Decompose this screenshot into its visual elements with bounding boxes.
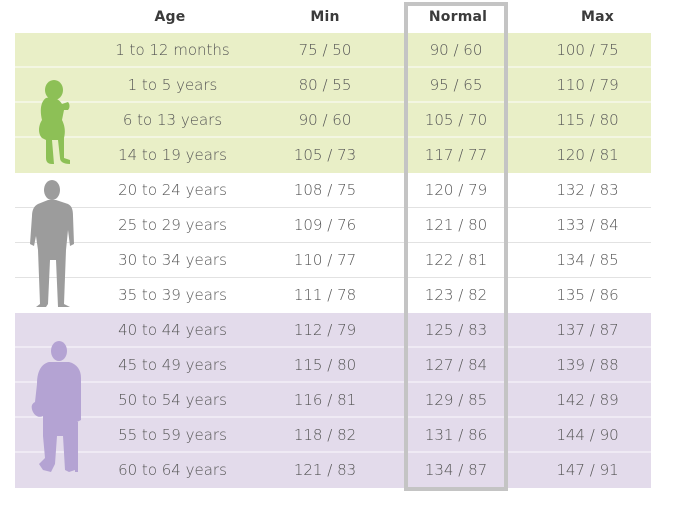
normal-cell: 105 / 70 [424,111,488,129]
max-cell: 135 / 86 [556,286,619,304]
normal-cell: 121 / 80 [424,216,488,234]
senior-silhouette-icon [31,341,81,472]
blood-pressure-table: 1 to 12 months 75 / 50 90 / 60 100 / 75 1 to… [15,33,651,488]
max-cell: 132 / 83 [556,181,619,199]
age-cell: 40 to 44 years [118,321,227,339]
normal-cell: 131 / 86 [424,426,488,444]
max-cell: 120 / 81 [556,146,619,164]
normal-cell: 125 / 83 [424,321,488,339]
age-cell: 25 to 29 years [118,216,227,234]
normal-cell: 117 / 77 [424,146,488,164]
min-cell: 80 / 55 [298,76,352,94]
max-cell: 100 / 75 [556,41,619,59]
min-cell: 109 / 76 [293,216,357,234]
min-cell: 112 / 79 [293,321,357,339]
header-normal: Normal [428,9,488,25]
min-cell: 110 / 77 [293,251,357,269]
table-row: 40 to 44 years 112 / 79 125 / 83 137 / 87 [15,313,651,348]
normal-cell: 120 / 79 [424,181,488,199]
header-max: Max [580,9,614,25]
age-cell: 45 to 49 years [118,356,227,374]
table-row: 45 to 49 years 115 / 80 127 / 84 139 / 88 [15,348,651,383]
table-row: 14 to 19 years 105 / 73 117 / 77 120 / 81 [15,138,651,173]
min-cell: 118 / 82 [293,426,357,444]
age-cell: 55 to 59 years [118,426,227,444]
table-row: 20 to 24 years 108 / 75 120 / 79 132 / 83 [15,173,651,208]
age-cell: 6 to 13 years [122,111,223,129]
normal-cell: 95 / 65 [429,76,483,94]
age-cell: 1 to 5 years [127,76,218,94]
age-cell: 14 to 19 years [118,146,227,164]
max-cell: 137 / 87 [556,321,619,339]
normal-cell: 134 / 87 [424,461,488,479]
normal-cell: 123 / 82 [424,286,488,304]
age-cell: 20 to 24 years [118,181,227,199]
max-cell: 144 / 90 [556,426,619,444]
table-row: 25 to 29 years 109 / 76 121 / 80 133 / 84 [15,208,651,243]
age-cell: 35 to 39 years [118,286,227,304]
header-min: Min [310,9,340,25]
table-row: 50 to 54 years 116 / 81 129 / 85 142 / 89 [15,383,651,418]
table-row: 1 to 5 years 80 / 55 95 / 65 110 / 79 [15,68,651,103]
normal-cell: 122 / 81 [424,251,488,269]
table-row: 6 to 13 years 90 / 60 105 / 70 115 / 80 [15,103,651,138]
table-row: 35 to 39 years 111 / 78 123 / 82 135 / 86 [15,278,651,313]
min-cell: 75 / 50 [298,41,352,59]
normal-cell: 129 / 85 [424,391,488,409]
min-cell: 90 / 60 [298,111,352,129]
min-cell: 105 / 73 [293,146,357,164]
min-cell: 108 / 75 [293,181,357,199]
table-row: 60 to 64 years 121 / 83 134 / 87 147 / 91 [15,453,651,488]
table-row: 30 to 34 years 110 / 77 122 / 81 134 / 85 [15,243,651,278]
table-header: Age Min Normal Max [0,0,676,33]
max-cell: 142 / 89 [556,391,619,409]
min-cell: 121 / 83 [293,461,357,479]
min-cell: 116 / 81 [293,391,357,409]
adult-silhouette-icon [30,180,74,307]
normal-cell: 90 / 60 [429,41,483,59]
age-cell: 30 to 34 years [118,251,227,269]
max-cell: 139 / 88 [556,356,619,374]
age-cell: 1 to 12 months [115,41,230,59]
max-cell: 110 / 79 [556,76,619,94]
max-cell: 133 / 84 [556,216,619,234]
table-row: 55 to 59 years 118 / 82 131 / 86 144 / 90 [15,418,651,453]
max-cell: 115 / 80 [556,111,619,129]
child-silhouette-icon [39,80,70,164]
header-age: Age [154,9,186,25]
max-cell: 134 / 85 [556,251,619,269]
age-cell: 60 to 64 years [118,461,227,479]
min-cell: 111 / 78 [293,286,357,304]
normal-cell: 127 / 84 [424,356,488,374]
min-cell: 115 / 80 [293,356,357,374]
table-row: 1 to 12 months 75 / 50 90 / 60 100 / 75 [15,33,651,68]
age-cell: 50 to 54 years [118,391,227,409]
max-cell: 147 / 91 [556,461,619,479]
